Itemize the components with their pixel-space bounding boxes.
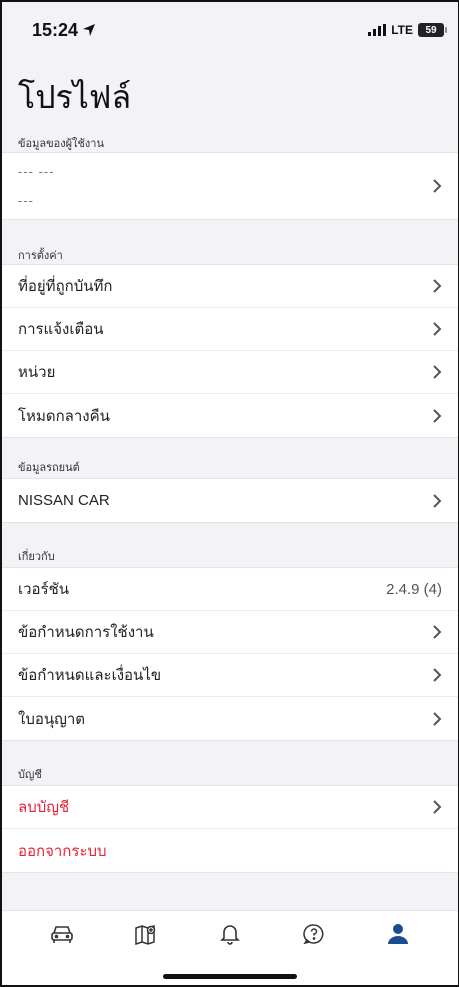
status-indicators: LTE 59	[368, 23, 447, 37]
chevron-right-icon	[432, 278, 442, 294]
section-header-settings: การตั้งค่า	[18, 250, 63, 262]
app-screen: 15:24 LTE 59 โปรไฟล์ ข้อมูลของผู้ใช้งาน …	[0, 0, 459, 987]
chevron-right-icon	[432, 178, 442, 194]
time-label: 15:24	[32, 19, 79, 40]
row-label: โหมดกลางคืน	[18, 407, 110, 425]
tab-profile[interactable]	[378, 914, 418, 954]
row-label: เวอร์ชัน	[18, 581, 70, 598]
car-icon	[51, 926, 73, 943]
about-item-licenses[interactable]: ใบอนุญาต	[2, 697, 458, 740]
row-label: ข้อกำหนดและเงื่อนไข	[18, 667, 162, 684]
version-value: 2.4.9 (4)	[386, 580, 442, 598]
home-indicator[interactable]	[163, 974, 297, 979]
tab-vehicle[interactable]	[42, 914, 82, 954]
chevron-right-icon	[432, 321, 442, 337]
settings-item-units[interactable]: หน่วย	[2, 351, 458, 394]
section-header-account: บัญชี	[18, 769, 42, 781]
chevron-right-icon	[432, 493, 442, 509]
about-item-terms-and-conditions[interactable]: ข้อกำหนดและเงื่อนไข	[2, 654, 458, 697]
status-bar: 15:24 LTE 59	[2, 2, 458, 58]
chevron-right-icon	[432, 711, 442, 727]
row-label: ที่อยู่ที่ถูกบันทึก	[18, 278, 113, 295]
page-title: โปรไฟล์	[18, 79, 132, 115]
settings-item-night-mode[interactable]: โหมดกลางคืน	[2, 394, 458, 437]
settings-item-notifications[interactable]: การแจ้งเตือน	[2, 308, 458, 351]
chevron-right-icon	[432, 667, 442, 683]
battery-level: 59	[425, 24, 437, 36]
settings-item-saved-addresses[interactable]: ที่อยู่ที่ถูกบันทึก	[2, 265, 458, 308]
account-delete-button[interactable]: ลบบัญชี	[2, 786, 458, 829]
location-arrow-icon	[83, 24, 96, 36]
user-first-name: --- ---	[18, 164, 55, 179]
chevron-right-icon	[432, 408, 442, 424]
row-label: NISSAN CAR	[18, 492, 110, 509]
section-header-user: ข้อมูลของผู้ใช้งาน	[18, 138, 104, 150]
bell-icon	[220, 925, 240, 945]
tab-help[interactable]	[294, 914, 334, 954]
delete-account-label: ลบบัญชี	[18, 799, 70, 816]
row-label: การแจ้งเตือน	[18, 321, 104, 338]
map-icon	[135, 924, 156, 945]
chevron-right-icon	[432, 624, 442, 640]
tab-map[interactable]	[126, 914, 166, 954]
network-label: LTE	[391, 23, 413, 37]
profile-icon	[388, 924, 408, 944]
status-time: 15:24	[32, 20, 96, 41]
row-label: ใบอนุญาต	[18, 710, 86, 728]
user-info-row[interactable]: --- --- ---	[2, 153, 458, 219]
signal-icon	[368, 24, 387, 36]
user-names: --- --- ---	[18, 164, 55, 208]
tab-notifications[interactable]	[210, 914, 250, 954]
settings-group: ที่อยู่ที่ถูกบันทึก การแจ้งเตือน หน่วย โ…	[2, 264, 458, 438]
about-item-terms-of-use[interactable]: ข้อกำหนดการใช้งาน	[2, 611, 458, 654]
vehicle-item-nissan-car[interactable]: NISSAN CAR	[2, 479, 458, 522]
section-header-about: เกี่ยวกับ	[18, 551, 55, 563]
help-icon	[303, 924, 324, 945]
row-label: หน่วย	[18, 364, 56, 381]
user-last-name: ---	[18, 193, 34, 208]
section-header-vehicle: ข้อมูลรถยนต์	[18, 462, 80, 474]
account-group: ลบบัญชี ออกจากระบบ	[2, 785, 458, 873]
battery-icon: 59	[418, 23, 447, 37]
about-group: เวอร์ชัน 2.4.9 (4) ข้อกำหนดการใช้งาน ข้อ…	[2, 567, 458, 741]
chevron-right-icon	[432, 364, 442, 380]
account-logout-button[interactable]: ออกจากระบบ	[2, 829, 458, 872]
row-label: ข้อกำหนดการใช้งาน	[18, 624, 154, 641]
tab-bar	[2, 910, 458, 985]
chevron-right-icon	[432, 799, 442, 815]
logout-label: ออกจากระบบ	[18, 842, 107, 860]
user-info-group: --- --- ---	[2, 152, 458, 220]
vehicle-group: NISSAN CAR	[2, 478, 458, 523]
about-item-version: เวอร์ชัน 2.4.9 (4)	[2, 568, 458, 611]
